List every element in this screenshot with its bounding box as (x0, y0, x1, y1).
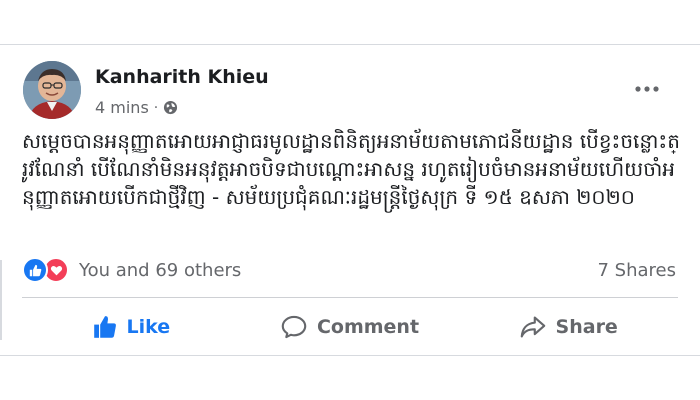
post-text: សម្តេចបានអនុញ្ញាតអោយអាជ្ញាធរមូលដ្ឋានពិនិ… (22, 129, 680, 209)
action-bar: Like Comment Share (22, 301, 678, 353)
edge-divider (0, 260, 2, 340)
share-icon (520, 315, 546, 339)
post-card: Kanharith Khieu 4 mins · សម្តេចបានអនុញ្ញ… (0, 44, 700, 356)
comment-label: Comment (316, 316, 420, 338)
post-meta: 4 mins · (95, 98, 178, 117)
meta-separator: · (153, 99, 159, 116)
shares-count[interactable]: 7 Shares (598, 260, 677, 281)
author-name[interactable]: Kanharith Khieu (95, 66, 269, 88)
avatar[interactable] (23, 61, 81, 119)
reactions-count: You and 69 others (79, 259, 242, 281)
post-timestamp[interactable]: 4 mins (95, 98, 149, 117)
comment-button[interactable]: Comment (241, 301, 460, 353)
share-button[interactable]: Share (459, 301, 678, 353)
post-header: Kanharith Khieu 4 mins · (23, 61, 680, 121)
thumbs-up-icon (93, 315, 117, 339)
globe-icon[interactable] (163, 100, 178, 115)
avatar-image (23, 61, 81, 119)
reaction-icons (22, 257, 69, 283)
post-stats: You and 69 others 7 Shares (22, 252, 676, 288)
like-reaction-icon (22, 257, 48, 283)
reactions-summary[interactable]: You and 69 others (22, 257, 241, 283)
more-horizontal-icon[interactable] (632, 79, 662, 99)
like-label: Like (126, 316, 171, 338)
comment-icon (281, 315, 307, 339)
actions-divider (22, 297, 678, 298)
share-label: Share (555, 316, 618, 338)
like-button[interactable]: Like (22, 301, 241, 353)
